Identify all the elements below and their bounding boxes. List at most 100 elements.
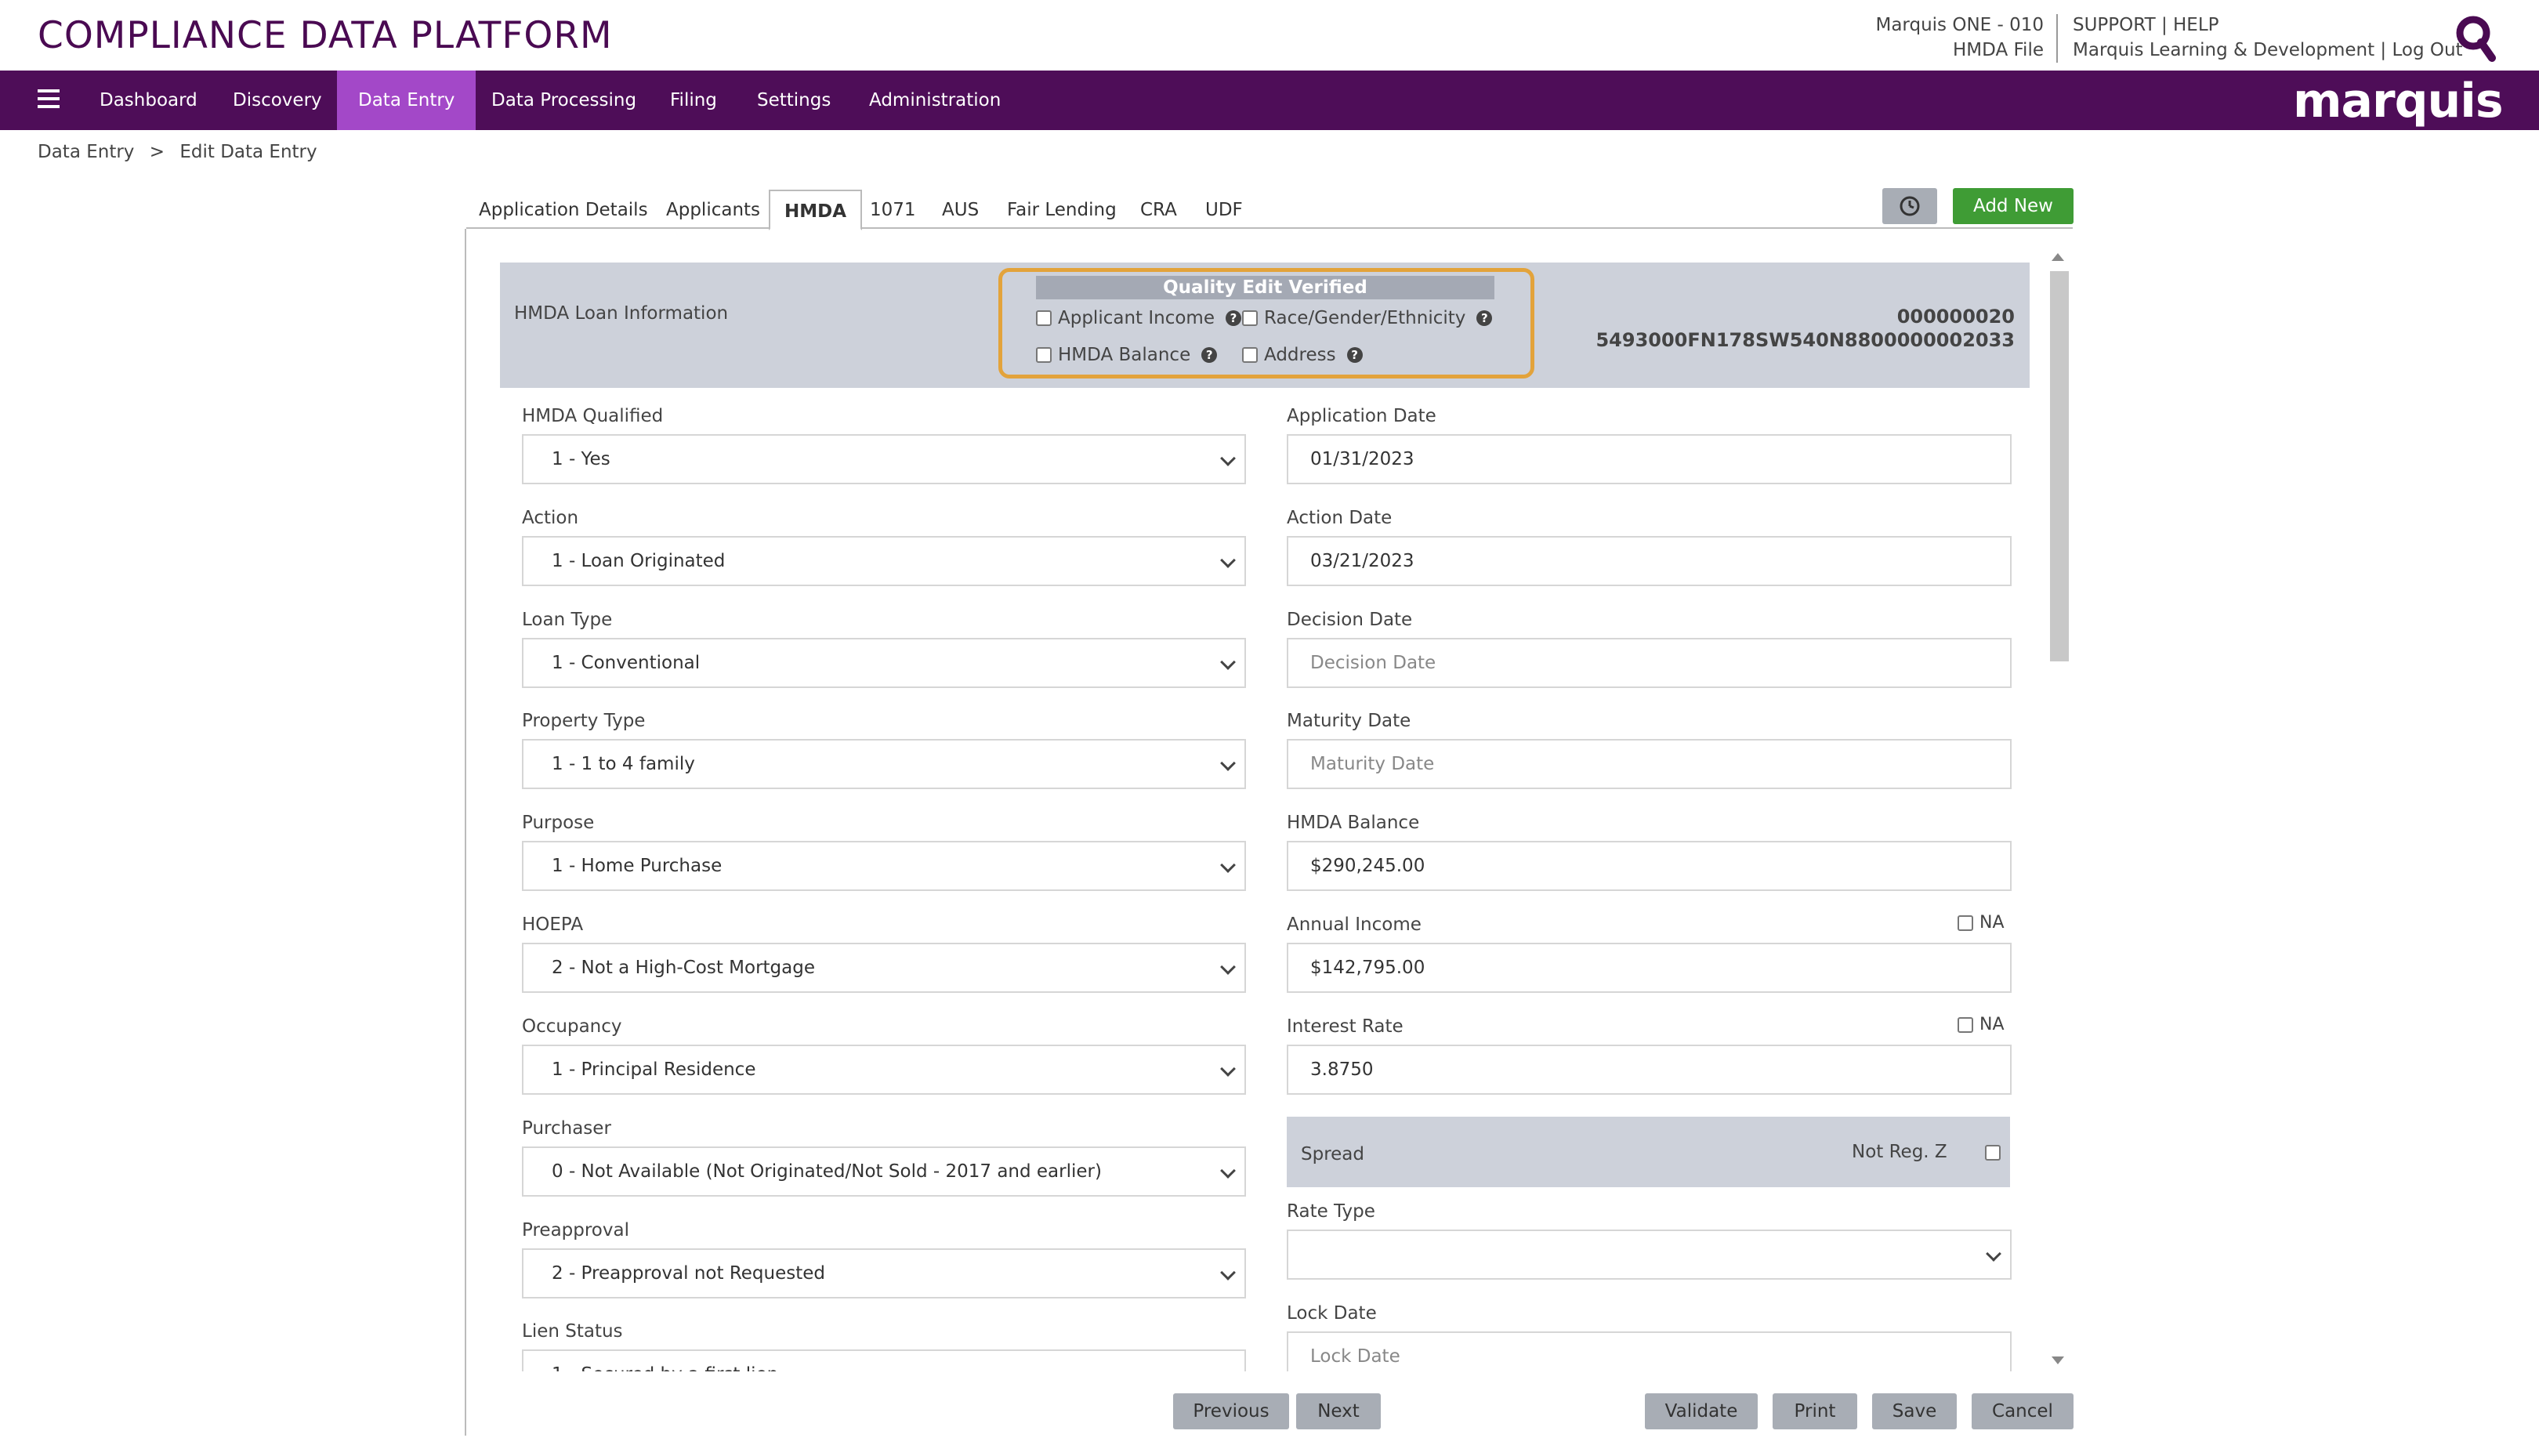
field-label: Purpose [522, 813, 595, 833]
loan-id: 000000020 [1896, 306, 2015, 328]
help-icon[interactable]: ? [1476, 310, 1493, 326]
na-label: NA [1979, 1015, 2005, 1034]
hmda-info-label: HMDA Loan Information [514, 303, 729, 324]
tab-cra[interactable]: CRA [1140, 190, 1177, 229]
interest-rate-input[interactable]: 3.8750 [1287, 1045, 2012, 1095]
maturity-date-input[interactable]: Maturity Date [1287, 739, 2012, 789]
purpose-select[interactable]: 1 - Home Purchase [522, 841, 1246, 891]
tab-application-details[interactable]: Application Details [479, 190, 648, 229]
history-button[interactable] [1882, 188, 1937, 224]
nav-data-processing[interactable]: Data Processing [470, 71, 657, 130]
help-icon[interactable]: ? [1201, 347, 1218, 363]
property-type-select[interactable]: 1 - 1 to 4 family [522, 739, 1246, 789]
support-link[interactable]: SUPPORT [2073, 15, 2156, 35]
action-date-input[interactable]: 03/21/2023 [1287, 536, 2012, 586]
main-nav: Dashboard Discovery Data Entry Data Proc… [0, 71, 2539, 130]
field-label: Loan Type [522, 610, 613, 630]
help-link[interactable]: HELP [2173, 15, 2219, 35]
add-new-button[interactable]: Add New [1953, 188, 2074, 224]
hoepa-select[interactable]: 2 - Not a High-Cost Mortgage [522, 943, 1246, 993]
pipe-sep: | [2380, 40, 2387, 60]
lock-date-input[interactable]: Lock Date [1287, 1331, 2012, 1375]
field-label: Preapproval [522, 1220, 629, 1240]
save-button[interactable]: Save [1872, 1393, 1957, 1429]
field-label: Annual Income [1287, 915, 1422, 935]
help-icon[interactable]: ? [1226, 310, 1241, 326]
next-button[interactable]: Next [1296, 1393, 1381, 1429]
not-reg-z-checkbox[interactable] [1984, 1144, 2001, 1161]
nav-dashboard[interactable]: Dashboard [78, 71, 219, 130]
scroll-up-icon[interactable] [2052, 253, 2064, 261]
breadcrumb-root[interactable]: Data Entry [38, 142, 134, 162]
scroll-down-icon[interactable] [2052, 1356, 2064, 1364]
print-button[interactable]: Print [1773, 1393, 1857, 1429]
nav-filing[interactable]: Filing [649, 71, 738, 130]
race-gender-ethnicity-checkbox[interactable] [1242, 310, 1258, 326]
interest-rate-na[interactable]: NA [1958, 1015, 2005, 1034]
field-label: Interest Rate [1287, 1016, 1404, 1037]
address-checkbox[interactable] [1242, 347, 1258, 363]
field-label: Action Date [1287, 508, 1393, 528]
chevron-down-icon [1220, 1061, 1236, 1077]
loan-type-select[interactable]: 1 - Conventional [522, 638, 1246, 688]
annual-income-na[interactable]: NA [1958, 913, 2005, 933]
purchaser-select[interactable]: 0 - Not Available (Not Originated/Not So… [522, 1146, 1246, 1197]
rate-type-select[interactable] [1287, 1230, 2012, 1280]
tab-applicants[interactable]: Applicants [666, 190, 760, 229]
na-label: NA [1979, 913, 2005, 933]
select-value: 1 - Yes [552, 449, 610, 469]
occupancy-select[interactable]: 1 - Principal Residence [522, 1045, 1246, 1095]
nav-settings[interactable]: Settings [736, 71, 852, 130]
decision-date-input[interactable]: Decision Date [1287, 638, 2012, 688]
application-date-input[interactable]: 01/31/2023 [1287, 434, 2012, 484]
tab-udf[interactable]: UDF [1205, 190, 1243, 229]
qev-applicant-income[interactable]: Applicant Income ? [1036, 308, 1241, 328]
breadcrumb-sep: > [149, 142, 165, 162]
help-icon[interactable]: ? [1346, 347, 1363, 363]
qev-hmda-balance[interactable]: HMDA Balance ? [1036, 345, 1218, 365]
preapproval-select[interactable]: 2 - Preapproval not Requested [522, 1248, 1246, 1298]
tab-1071[interactable]: 1071 [870, 190, 916, 229]
hmda-balance-qev-label: HMDA Balance [1058, 345, 1191, 365]
nav-data-entry[interactable]: Data Entry [337, 71, 476, 130]
cancel-button[interactable]: Cancel [1972, 1393, 2074, 1429]
qev-address[interactable]: Address ? [1242, 345, 1363, 365]
tab-bar: Application Details Applicants HMDA 1071… [466, 190, 2073, 230]
scroll-thumb[interactable] [2050, 271, 2069, 661]
chevron-down-icon [1220, 755, 1236, 771]
chevron-down-icon [1220, 1163, 1236, 1179]
annual-income-na-checkbox[interactable] [1958, 915, 1973, 931]
qev-race-gender-ethnicity[interactable]: Race/Gender/Ethnicity ? [1242, 308, 1493, 328]
action-select[interactable]: 1 - Loan Originated [522, 536, 1246, 586]
race-gender-ethnicity-label: Race/Gender/Ethnicity [1264, 308, 1466, 328]
tab-fair-lending[interactable]: Fair Lending [1007, 190, 1117, 229]
nav-administration[interactable]: Administration [848, 71, 1022, 130]
search-icon[interactable] [2453, 14, 2497, 63]
org-link[interactable]: Marquis Learning & Development [2073, 40, 2374, 60]
top-header: COMPLIANCE DATA PLATFORM Marquis ONE - 0… [0, 0, 2539, 71]
not-reg-z[interactable]: Not Reg. Z [1852, 1142, 2007, 1162]
breadcrumb: Data Entry > Edit Data Entry [38, 142, 327, 162]
hmda-balance-checkbox[interactable] [1036, 347, 1052, 363]
interest-rate-na-checkbox[interactable] [1958, 1016, 1973, 1033]
file-name: HMDA File [1953, 40, 2044, 60]
tab-aus[interactable]: AUS [942, 190, 979, 229]
account-name: Marquis ONE - 010 [1875, 15, 2044, 35]
hmda-balance-input[interactable]: $290,245.00 [1287, 841, 2012, 891]
select-value: 0 - Not Available (Not Originated/Not So… [552, 1161, 1102, 1182]
hmda-qualified-select[interactable]: 1 - Yes [522, 434, 1246, 484]
field-label: HMDA Balance [1287, 813, 1420, 833]
field-label: Lien Status [522, 1321, 623, 1342]
field-label: Occupancy [522, 1016, 622, 1037]
applicant-income-checkbox[interactable] [1036, 310, 1052, 326]
annual-income-input[interactable]: $142,795.00 [1287, 943, 2012, 993]
nav-discovery[interactable]: Discovery [212, 71, 343, 130]
select-value: 2 - Not a High-Cost Mortgage [552, 958, 816, 978]
chevron-down-icon [1986, 1246, 2001, 1262]
previous-button[interactable]: Previous [1173, 1393, 1289, 1429]
field-label: Property Type [522, 711, 646, 731]
field-label: HMDA Qualified [522, 406, 664, 426]
tab-hmda[interactable]: HMDA [769, 190, 863, 230]
menu-icon[interactable] [38, 89, 60, 111]
validate-button[interactable]: Validate [1645, 1393, 1758, 1429]
